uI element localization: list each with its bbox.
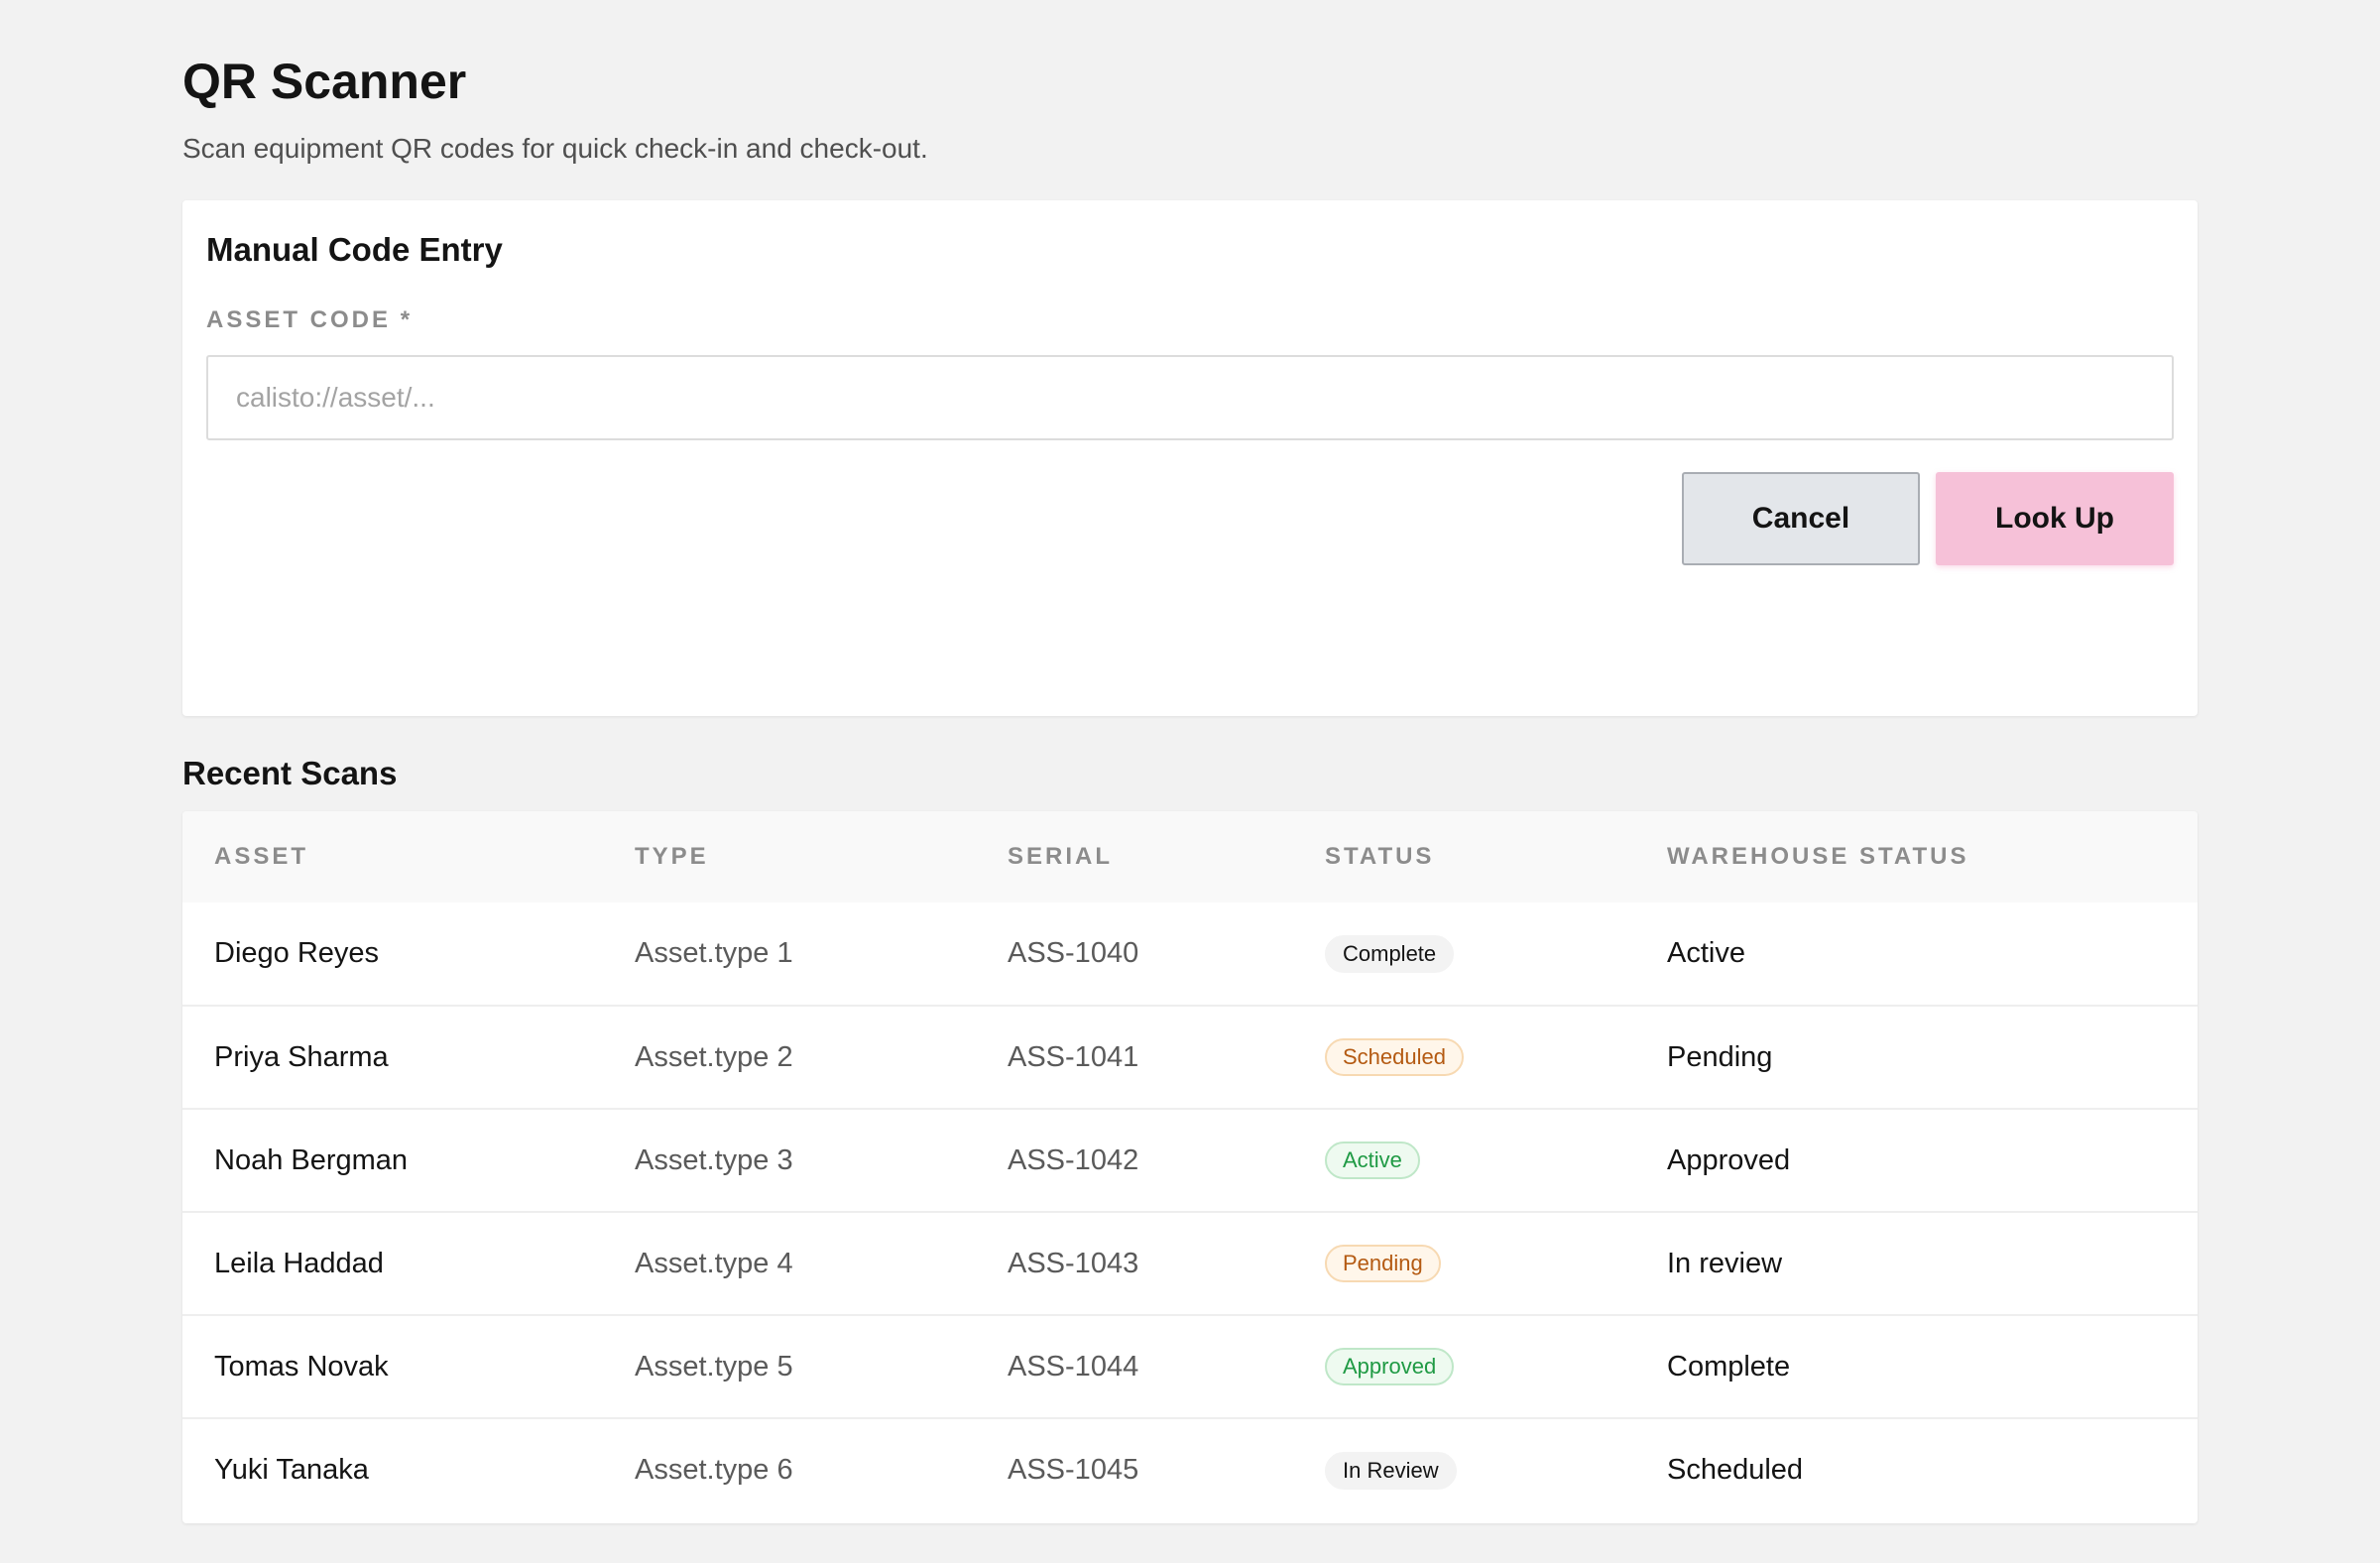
table-row[interactable]: Yuki Tanaka Asset.type 6 ASS-1045 In Rev… — [182, 1418, 2198, 1521]
cell-status: Complete — [1325, 902, 1667, 1006]
cell-warehouse-status: In review — [1667, 1247, 1783, 1279]
table-header: ASSET TYPE SERIAL STATUS WAREHOUSE STATU… — [182, 811, 2198, 902]
status-badge: Complete — [1325, 934, 1455, 973]
cell-status: Scheduled — [1325, 1006, 1667, 1109]
manual-entry-title: Manual Code Entry — [206, 231, 503, 268]
manual-code-entry-card: Manual Code Entry ASSET CODE * Cancel Lo… — [182, 200, 2198, 716]
table-row[interactable]: Priya Sharma Asset.type 2 ASS-1041 Sched… — [182, 1006, 2198, 1109]
cell-asset: Yuki Tanaka — [214, 1454, 369, 1486]
table-row[interactable]: Tomas Novak Asset.type 5 ASS-1044 Approv… — [182, 1315, 2198, 1418]
page-title: QR Scanner — [182, 54, 467, 109]
cell-warehouse-status: Approved — [1667, 1143, 1791, 1176]
status-badge: Active — [1325, 1142, 1420, 1179]
status-badge: Scheduled — [1325, 1038, 1464, 1076]
cell-serial: ASS-1044 — [1008, 1350, 1139, 1383]
status-badge: In Review — [1325, 1451, 1457, 1490]
cell-warehouse-status: Complete — [1667, 1350, 1791, 1383]
column-header-warehouse-status: WAREHOUSE STATUS — [1667, 843, 1969, 870]
cell-warehouse-status: Scheduled — [1667, 1454, 1804, 1486]
cell-asset: Tomas Novak — [214, 1350, 389, 1383]
cell-warehouse-status: Active — [1667, 937, 1745, 969]
cell-status: Approved — [1325, 1315, 1667, 1418]
look-up-button[interactable]: Look Up — [1936, 472, 2174, 565]
asset-code-input[interactable] — [206, 355, 2174, 440]
cancel-button[interactable]: Cancel — [1682, 472, 1920, 565]
status-badge: Approved — [1325, 1348, 1455, 1385]
cell-asset: Priya Sharma — [214, 1040, 389, 1073]
cell-type: Asset.type 2 — [635, 1040, 793, 1073]
column-header-type: TYPE — [635, 843, 709, 870]
recent-scans-table-card: ASSET TYPE SERIAL STATUS WAREHOUSE STATU… — [182, 811, 2198, 1523]
cell-type: Asset.type 4 — [635, 1247, 793, 1279]
cell-serial: ASS-1040 — [1008, 937, 1139, 969]
cell-asset: Noah Bergman — [214, 1143, 409, 1176]
table-row[interactable]: Leila Haddad Asset.type 4 ASS-1043 Pendi… — [182, 1212, 2198, 1315]
column-header-asset: ASSET — [214, 843, 309, 870]
recent-scans-table: ASSET TYPE SERIAL STATUS WAREHOUSE STATU… — [182, 811, 2198, 1521]
cell-type: Asset.type 3 — [635, 1143, 793, 1176]
column-header-status: STATUS — [1325, 843, 1435, 870]
cell-warehouse-status: Pending — [1667, 1040, 1773, 1073]
page-subtitle: Scan equipment QR codes for quick check-… — [182, 133, 928, 164]
cell-serial: ASS-1045 — [1008, 1454, 1139, 1486]
asset-code-label: ASSET CODE * — [206, 306, 414, 333]
recent-scans-title: Recent Scans — [182, 755, 398, 791]
cell-status: Active — [1325, 1109, 1667, 1212]
cell-serial: ASS-1043 — [1008, 1247, 1139, 1279]
column-header-serial: SERIAL — [1008, 843, 1114, 870]
cell-status: Pending — [1325, 1212, 1667, 1315]
status-badge: Pending — [1325, 1245, 1441, 1282]
cell-type: Asset.type 6 — [635, 1454, 793, 1486]
table-row[interactable]: Noah Bergman Asset.type 3 ASS-1042 Activ… — [182, 1109, 2198, 1212]
cell-type: Asset.type 5 — [635, 1350, 793, 1383]
table-row[interactable]: Diego Reyes Asset.type 1 ASS-1040 Comple… — [182, 902, 2198, 1006]
cell-asset: Leila Haddad — [214, 1247, 384, 1279]
table-body: Diego Reyes Asset.type 1 ASS-1040 Comple… — [182, 902, 2198, 1521]
cell-serial: ASS-1042 — [1008, 1143, 1139, 1176]
cell-status: In Review — [1325, 1418, 1667, 1521]
cell-serial: ASS-1041 — [1008, 1040, 1139, 1073]
cell-asset: Diego Reyes — [214, 937, 380, 969]
cell-type: Asset.type 1 — [635, 937, 793, 969]
header-row: ASSET TYPE SERIAL STATUS WAREHOUSE STATU… — [182, 811, 2198, 902]
